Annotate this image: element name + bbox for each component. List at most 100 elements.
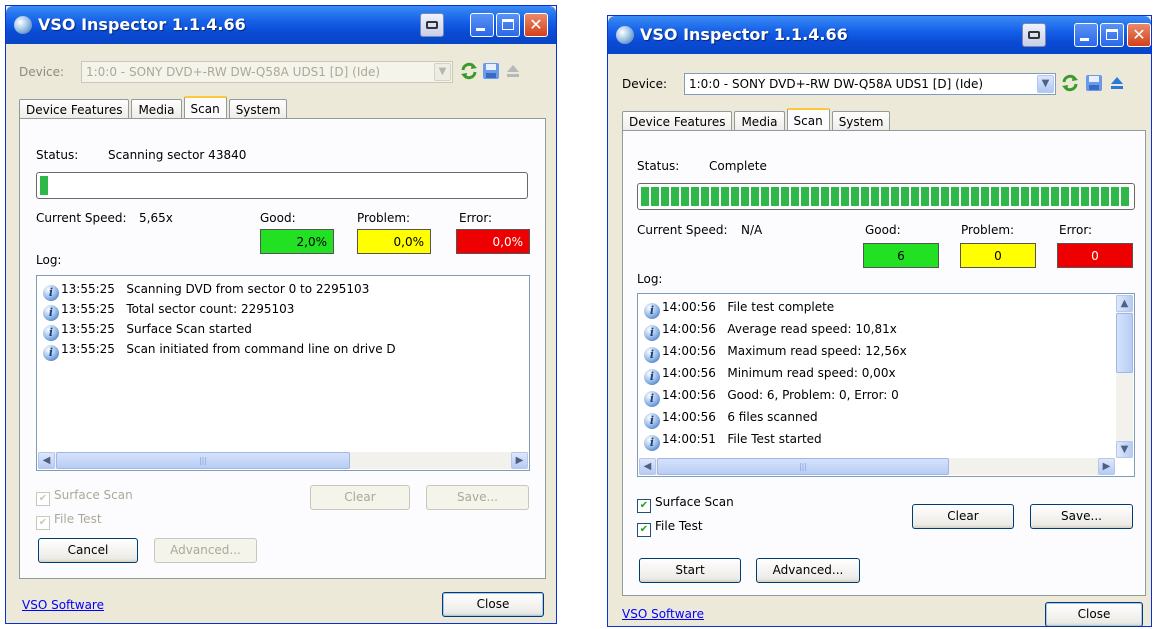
cancel-button[interactable]: Cancel xyxy=(38,538,138,563)
eject-icon[interactable] xyxy=(504,62,522,80)
scroll-left-icon[interactable]: ◀ xyxy=(639,458,656,475)
chevron-down-icon[interactable]: ▼ xyxy=(434,63,451,81)
log-label: Log: xyxy=(637,272,663,286)
info-icon: i xyxy=(43,345,59,361)
close-icon[interactable]: ✕ xyxy=(524,13,548,37)
maximize-icon[interactable] xyxy=(496,13,520,37)
log-message: Scan initiated from command line on driv… xyxy=(126,342,396,356)
close-button[interactable]: Close xyxy=(442,592,544,617)
log-vertical-scrollbar[interactable]: ▲ ▼ xyxy=(1116,295,1133,458)
save-button[interactable]: Save... xyxy=(426,485,529,510)
refresh-icon[interactable] xyxy=(460,62,478,80)
tab-system[interactable]: System xyxy=(228,99,288,120)
save-button[interactable]: Save... xyxy=(1030,504,1133,529)
log-entry: i 14:00:56 Maximum read speed: 12,56x xyxy=(644,341,907,363)
log-time: 14:00:56 xyxy=(662,344,716,358)
title-bar[interactable]: VSO Inspector 1.1.4.66 ✕ xyxy=(6,6,556,44)
log-message: File test complete xyxy=(727,300,835,314)
checkbox-check-icon: ✔ xyxy=(36,492,50,506)
log-list[interactable]: i 14:00:56 File test complete i 14:00:56 A… xyxy=(637,293,1135,477)
checkbox-check-icon: ✔ xyxy=(637,499,651,513)
log-message: Good: 6, Problem: 0, Error: 0 xyxy=(727,388,899,402)
minimize-icon[interactable] xyxy=(1074,23,1098,47)
good-percent-box: 2,0% xyxy=(260,229,334,254)
current-speed-value: 5,65x xyxy=(139,211,173,225)
good-label: Good: xyxy=(865,223,901,237)
device-select[interactable]: 1:0:0 - SONY DVD+-RW DW-Q58A UDS1 [D] (I… xyxy=(684,73,1056,95)
log-time: 13:55:25 xyxy=(61,342,115,356)
problem-label: Problem: xyxy=(357,211,411,225)
info-icon: i xyxy=(644,303,660,319)
device-select[interactable]: 1:0:0 - SONY DVD+-RW DW-Q58A UDS1 [D] (I… xyxy=(81,61,453,83)
surface-scan-checkbox[interactable]: ✔ Surface Scan xyxy=(637,495,734,513)
scrollbar-thumb[interactable] xyxy=(1116,313,1133,373)
tab-system[interactable]: System xyxy=(831,111,891,132)
scroll-left-icon[interactable]: ◀ xyxy=(38,452,55,469)
tab-strip: Device Features Media Scan System xyxy=(19,95,289,121)
problem-percent-box: 0,0% xyxy=(357,229,431,254)
checkbox-check-icon: ✔ xyxy=(637,523,651,537)
log-entry: i 14:00:56 Good: 6, Problem: 0, Error: 0 xyxy=(644,385,899,407)
problem-count-box: 0 xyxy=(960,243,1036,268)
chevron-down-icon[interactable]: ▼ xyxy=(1037,75,1054,93)
save-disk-icon[interactable] xyxy=(482,62,500,80)
log-entry: i 14:00:56 Minimum read speed: 0,00x xyxy=(644,363,896,385)
surface-scan-checkbox[interactable]: ✔ Surface Scan xyxy=(36,488,133,506)
log-horizontal-scrollbar[interactable]: ◀ ||| ▶ xyxy=(38,452,528,469)
status-label: Status: xyxy=(36,148,79,162)
log-horizontal-scrollbar[interactable]: ◀ ||| ▶ xyxy=(639,458,1115,475)
tab-media[interactable]: Media xyxy=(131,99,182,120)
title-bar[interactable]: VSO Inspector 1.1.4.66 ✕ xyxy=(608,16,1151,54)
log-entry: i 13:55:25 Scanning DVD from sector 0 to … xyxy=(43,279,370,301)
log-message: Maximum read speed: 12,56x xyxy=(727,344,907,358)
camera-icon[interactable] xyxy=(1022,23,1046,47)
log-message: Surface Scan started xyxy=(126,322,252,336)
info-icon: i xyxy=(644,347,660,363)
tab-strip: Device Features Media Scan System xyxy=(622,107,892,133)
eject-icon[interactable] xyxy=(1108,74,1126,92)
close-icon[interactable]: ✕ xyxy=(1127,23,1151,47)
vso-software-link[interactable]: VSO Software xyxy=(622,607,704,621)
tab-device-features[interactable]: Device Features xyxy=(622,111,733,132)
log-list[interactable]: i 13:55:25 Scanning DVD from sector 0 to … xyxy=(36,275,530,471)
vso-software-link[interactable]: VSO Software xyxy=(22,598,104,612)
scroll-right-icon[interactable]: ▶ xyxy=(511,452,528,469)
inspector-window-scanning: VSO Inspector 1.1.4.66 ✕ Device: 1:0:0 -… xyxy=(5,5,557,624)
good-count-box: 6 xyxy=(863,243,939,268)
scrollbar-thumb[interactable]: ||| xyxy=(657,458,949,475)
advanced-button[interactable]: Advanced... xyxy=(756,558,860,583)
tab-device-features[interactable]: Device Features xyxy=(19,99,130,120)
save-disk-icon[interactable] xyxy=(1085,74,1103,92)
maximize-icon[interactable] xyxy=(1100,23,1124,47)
file-test-label: File Test xyxy=(655,519,703,533)
log-time: 14:00:56 xyxy=(662,366,716,380)
log-time: 14:00:56 xyxy=(662,388,716,402)
scroll-up-icon[interactable]: ▲ xyxy=(1116,295,1133,312)
tab-media[interactable]: Media xyxy=(734,111,785,132)
scan-panel: Status: Complete Current Speed: N/A Good… xyxy=(622,130,1146,596)
clear-button[interactable]: Clear xyxy=(310,485,410,510)
advanced-button[interactable]: Advanced... xyxy=(154,538,257,563)
refresh-icon[interactable] xyxy=(1061,74,1079,92)
minimize-icon[interactable] xyxy=(470,13,494,37)
log-entry: i 13:55:25 Total sector count: 2295103 xyxy=(43,299,295,321)
log-time: 14:00:56 xyxy=(662,300,716,314)
file-test-checkbox[interactable]: ✔ File Test xyxy=(36,512,102,530)
file-test-label: File Test xyxy=(54,512,102,526)
log-message: File Test started xyxy=(727,432,822,446)
error-count-box: 0 xyxy=(1057,243,1133,268)
scrollbar-thumb[interactable]: ||| xyxy=(56,452,350,469)
scan-progress-fill xyxy=(641,187,1131,206)
scroll-down-icon[interactable]: ▼ xyxy=(1116,441,1133,458)
clear-button[interactable]: Clear xyxy=(912,504,1014,529)
camera-icon[interactable] xyxy=(420,13,444,37)
device-label: Device: xyxy=(19,65,65,79)
scroll-right-icon[interactable]: ▶ xyxy=(1098,458,1115,475)
status-label: Status: xyxy=(637,159,680,173)
file-test-checkbox[interactable]: ✔ File Test xyxy=(637,519,703,537)
start-button[interactable]: Start xyxy=(639,558,741,583)
status-value: Scanning sector 43840 xyxy=(108,148,247,162)
log-message: Scanning DVD from sector 0 to 2295103 xyxy=(126,282,370,296)
close-button[interactable]: Close xyxy=(1045,602,1143,627)
log-message: Total sector count: 2295103 xyxy=(126,302,295,316)
